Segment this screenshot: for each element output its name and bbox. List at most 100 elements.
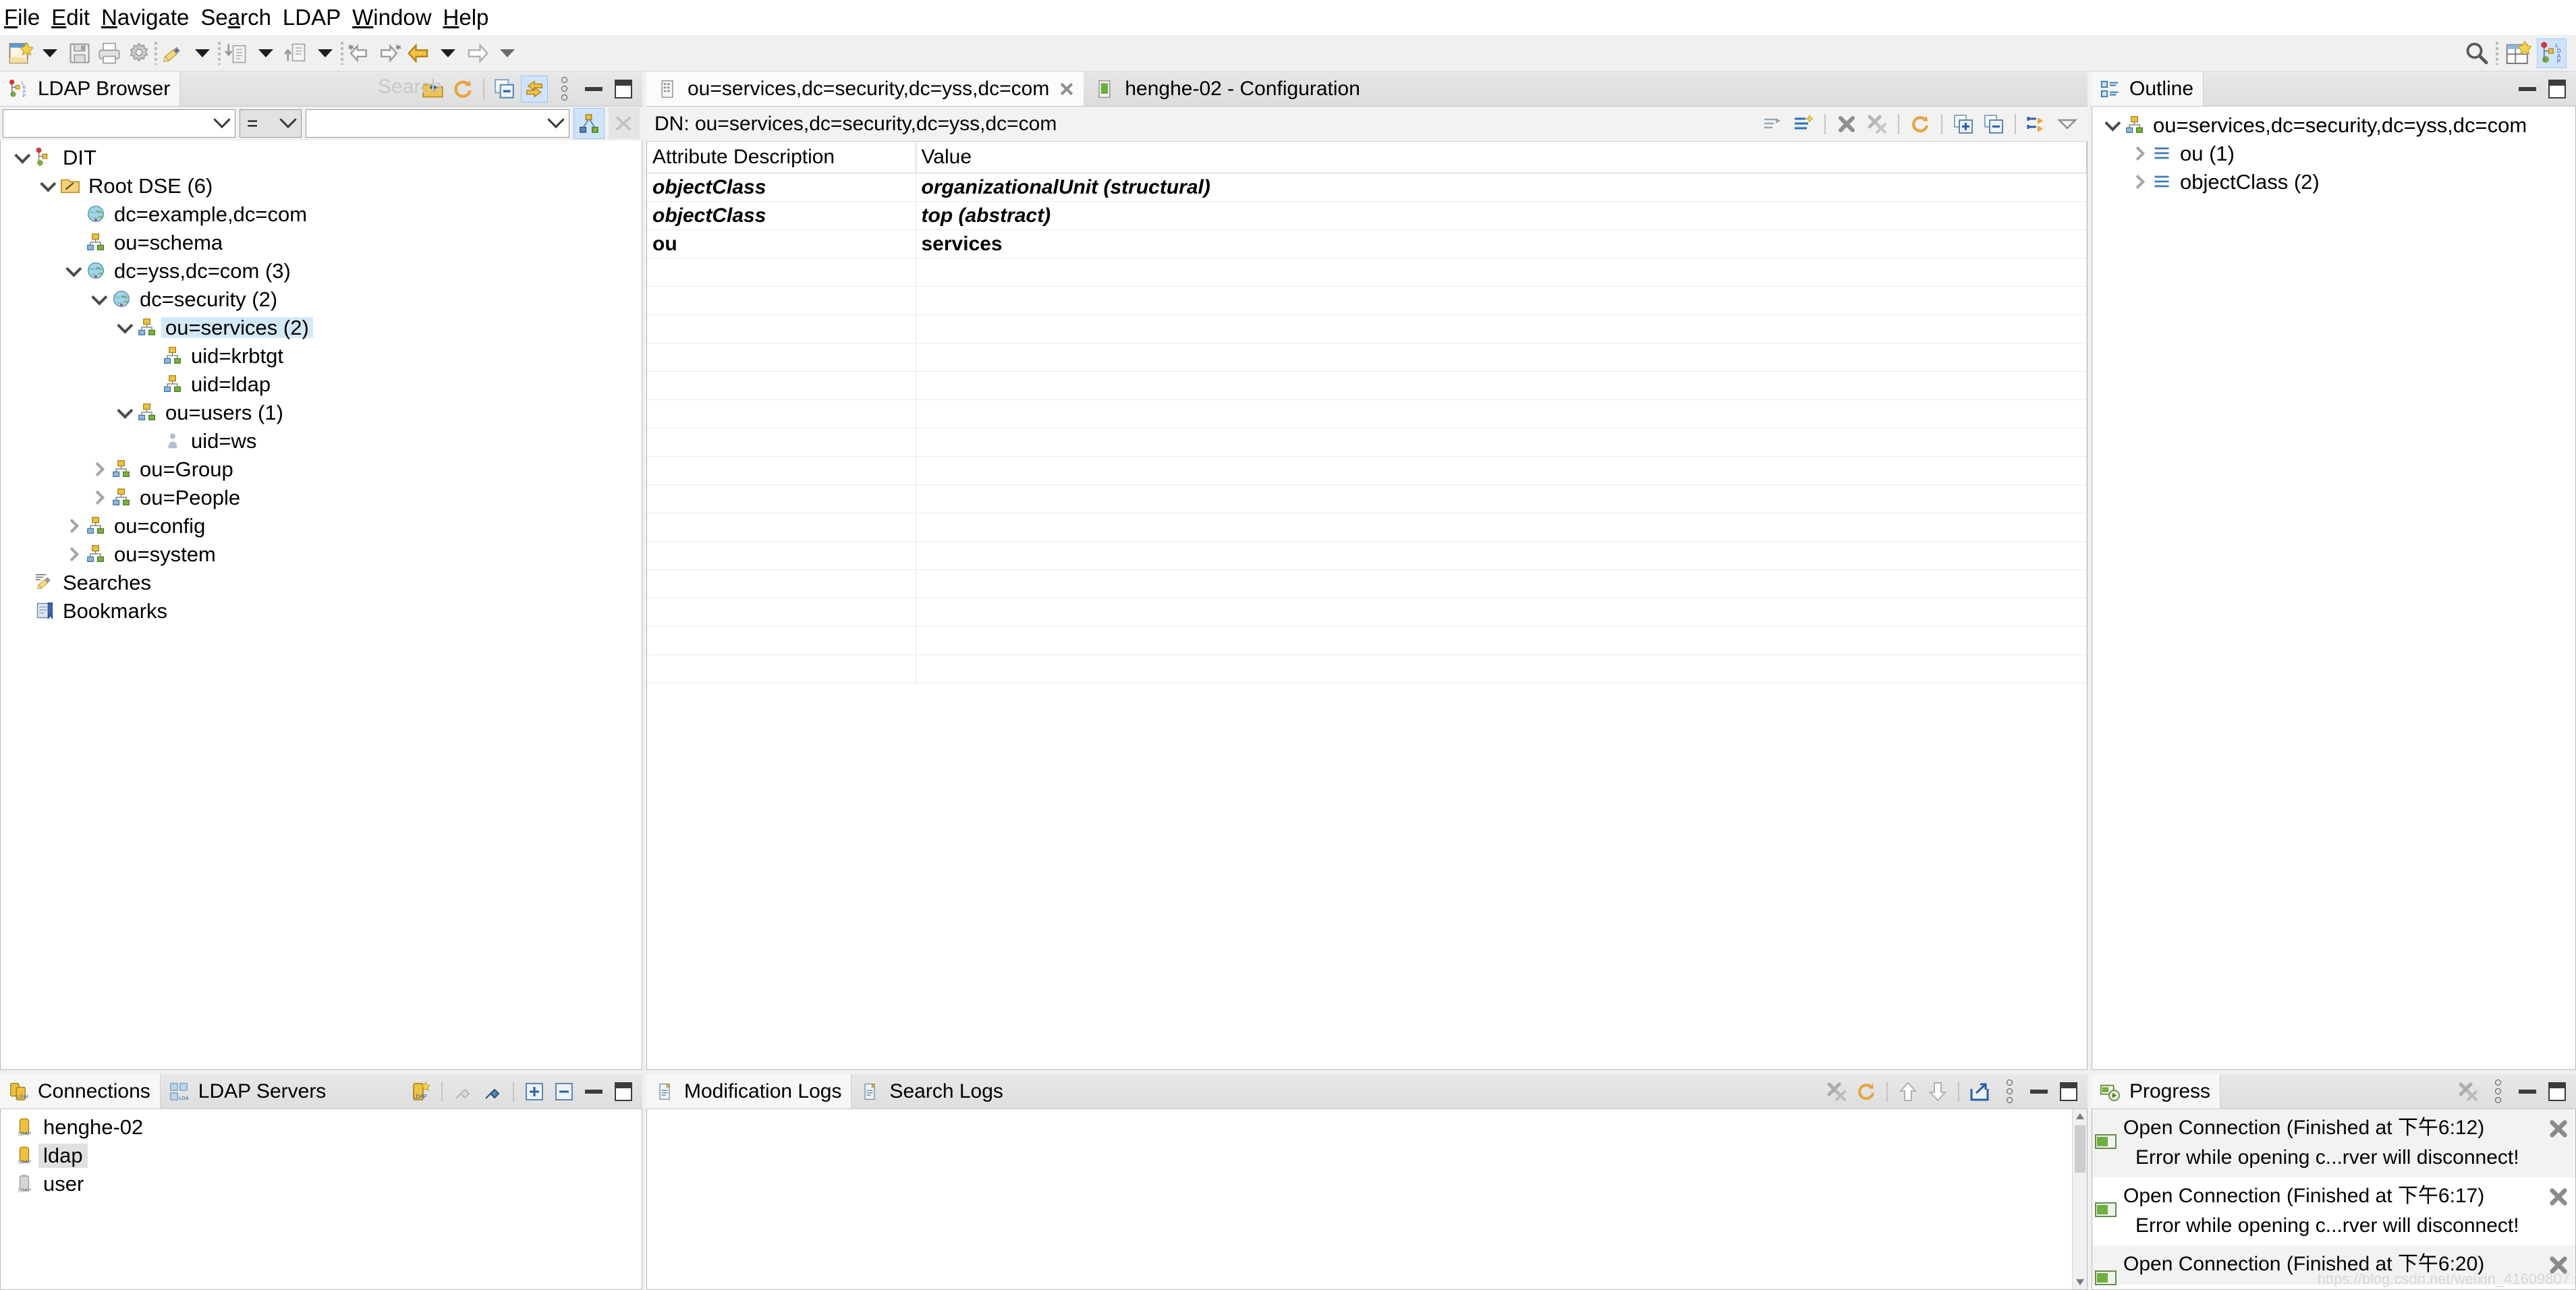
menu-item-search[interactable]: Search <box>200 5 283 30</box>
tree-item[interactable]: ou=Group <box>1 455 642 483</box>
refresh-icon[interactable] <box>1853 1078 1880 1105</box>
search-icon[interactable] <box>2461 38 2491 68</box>
new-connection-icon[interactable]: LDAP <box>408 1078 435 1105</box>
tree-item[interactable]: uid=krbtgt <box>1 341 642 370</box>
outline-tree-item[interactable]: ou (1) <box>2092 139 2575 167</box>
table-row-empty[interactable] <box>647 627 2087 655</box>
refresh-icon[interactable] <box>449 76 476 103</box>
maximize-icon[interactable] <box>2055 1078 2082 1105</box>
menu-item-ldap[interactable]: LDAP <box>283 5 352 30</box>
progress-list[interactable]: Open Connection (Finished at 下午6:12)Erro… <box>2092 1109 2575 1285</box>
export-dropdown-icon[interactable] <box>310 38 340 68</box>
tree-item[interactable]: Bookmarks <box>1 596 642 625</box>
twisty-expanded-icon[interactable] <box>59 265 84 277</box>
view-menu-icon[interactable] <box>551 76 578 103</box>
edit-entry-icon[interactable] <box>158 38 188 68</box>
minimize-icon[interactable] <box>580 76 607 103</box>
scroll-down-icon[interactable] <box>2076 1279 2084 1285</box>
outline-tree-container[interactable]: ou=services,dc=security,dc=yss,dc=comou … <box>2092 107 2576 1070</box>
twisty-expanded-icon[interactable] <box>110 322 136 333</box>
connection-item[interactable]: LDAPhenghe-02 <box>1 1113 642 1142</box>
editor-tab-entry[interactable]: ou=services,dc=security,dc=yss,dc=com <box>646 72 1084 106</box>
ldap-browser-tree-container[interactable]: DITRoot DSE (6)dc=example,dc=comou=schem… <box>0 140 642 1070</box>
maximize-icon[interactable] <box>2544 1078 2571 1105</box>
column-header-attribute[interactable]: Attribute Description <box>647 142 916 173</box>
scroll-up-icon[interactable] <box>2076 1113 2084 1119</box>
tree-item[interactable]: ou=users (1) <box>1 398 642 426</box>
table-row-empty[interactable] <box>647 655 2087 683</box>
filter-attribute-combo[interactable] <box>3 109 235 138</box>
outline-tree[interactable]: ou=services,dc=security,dc=yss,dc=comou … <box>2092 107 2575 196</box>
tree-item[interactable]: ou=People <box>1 483 642 511</box>
progress-item[interactable]: Open Connection (Finished at 下午6:12)Erro… <box>2092 1109 2575 1177</box>
tab-connections[interactable]: LDAP Connections <box>0 1074 161 1109</box>
tab-outline[interactable]: Outline <box>2092 72 2204 106</box>
column-header-value[interactable]: Value <box>916 142 2087 173</box>
logs-vertical-scrollbar[interactable] <box>2072 1109 2087 1289</box>
maximize-icon[interactable] <box>610 1078 637 1105</box>
filter-operator-combo[interactable]: = <box>240 109 302 138</box>
minimize-icon[interactable] <box>2514 1078 2541 1105</box>
export-icon[interactable] <box>1966 1078 1993 1105</box>
back-icon[interactable] <box>403 38 433 68</box>
clear-all-icon[interactable] <box>2455 1078 2482 1105</box>
minimize-icon[interactable] <box>2025 1078 2052 1105</box>
connection-item[interactable]: LDAPuser <box>1 1170 642 1198</box>
tree-item[interactable]: ou=services (2) <box>1 313 642 341</box>
menu-item-navigate[interactable]: Navigate <box>101 5 200 30</box>
show-operational-attributes-icon[interactable] <box>1760 111 1787 138</box>
tree-item[interactable]: ou=schema <box>1 228 642 256</box>
twisty-collapsed-icon[interactable] <box>59 521 84 531</box>
view-menu-icon[interactable] <box>2484 1078 2511 1105</box>
logs-content[interactable] <box>646 1109 2088 1290</box>
tab-ldap-servers[interactable]: LDAP LDAP Servers <box>161 1074 336 1109</box>
table-row-empty[interactable] <box>647 372 2087 400</box>
remove-attribute-icon[interactable] <box>1980 111 2007 138</box>
table-row-empty[interactable] <box>647 258 2087 287</box>
twisty-expanded-icon[interactable] <box>110 407 136 418</box>
clear-icon[interactable] <box>1823 1078 1850 1105</box>
edit-dropdown-icon[interactable] <box>188 38 217 68</box>
attributes-table-container[interactable]: Attribute Description Value objectClasso… <box>646 142 2088 1070</box>
twisty-collapsed-icon[interactable] <box>2125 148 2150 159</box>
dit-tree[interactable]: DITRoot DSE (6)dc=example,dc=comou=schem… <box>1 140 642 625</box>
tree-item[interactable]: Searches <box>1 568 642 596</box>
table-row-empty[interactable] <box>647 598 2087 627</box>
tree-item[interactable]: uid=ws <box>1 426 642 455</box>
connection-item[interactable]: LDAPldap <box>1 1142 642 1170</box>
tree-item[interactable]: dc=security (2) <box>1 285 642 313</box>
progress-item[interactable]: Open Connection (Finished at 下午6:17)Erro… <box>2092 1177 2575 1245</box>
tree-item[interactable]: Root DSE (6) <box>1 171 642 200</box>
link-with-editor-icon[interactable] <box>521 76 548 103</box>
tab-modification-logs[interactable]: Modification Logs <box>646 1074 851 1109</box>
editor-tab-configuration[interactable]: henghe-02 - Configuration <box>1084 72 1370 106</box>
expand-all-icon[interactable] <box>521 1078 548 1105</box>
back-dropdown-icon[interactable] <box>433 38 463 68</box>
table-row-empty[interactable] <box>647 400 2087 428</box>
outline-tree-item[interactable]: objectClass (2) <box>2092 167 2575 196</box>
tree-item[interactable]: ou=config <box>1 511 642 540</box>
minimize-icon[interactable] <box>2514 76 2541 103</box>
collapse-all-icon[interactable] <box>551 1078 578 1105</box>
table-row-empty[interactable] <box>647 513 2087 542</box>
menu-item-help[interactable]: Help <box>443 5 501 30</box>
table-row[interactable]: ouservices <box>647 230 2087 258</box>
table-row[interactable]: objectClassorganizationalUnit (structura… <box>647 173 2087 202</box>
tree-item[interactable]: dc=yss,dc=com (3) <box>1 256 642 285</box>
twisty-expanded-icon[interactable] <box>33 180 59 192</box>
refresh-attributes-icon[interactable] <box>1907 111 1934 138</box>
disconnect-icon[interactable] <box>479 1078 506 1105</box>
show-decorated-values-icon[interactable] <box>1790 111 1817 138</box>
progress-cancel-icon[interactable] <box>2548 1187 2569 1207</box>
collapse-all-icon[interactable] <box>491 76 518 103</box>
view-menu-icon[interactable] <box>1996 1078 2023 1105</box>
twisty-collapsed-icon[interactable] <box>59 549 84 559</box>
table-row-empty[interactable] <box>647 485 2087 513</box>
minimize-icon[interactable] <box>580 1078 607 1105</box>
table-row-empty[interactable] <box>647 570 2087 598</box>
table-row-empty[interactable] <box>647 315 2087 343</box>
twisty-collapsed-icon[interactable] <box>2125 177 2150 187</box>
twisty-expanded-icon[interactable] <box>2098 119 2123 131</box>
table-row-empty[interactable] <box>647 287 2087 315</box>
new-icon[interactable] <box>5 38 35 68</box>
